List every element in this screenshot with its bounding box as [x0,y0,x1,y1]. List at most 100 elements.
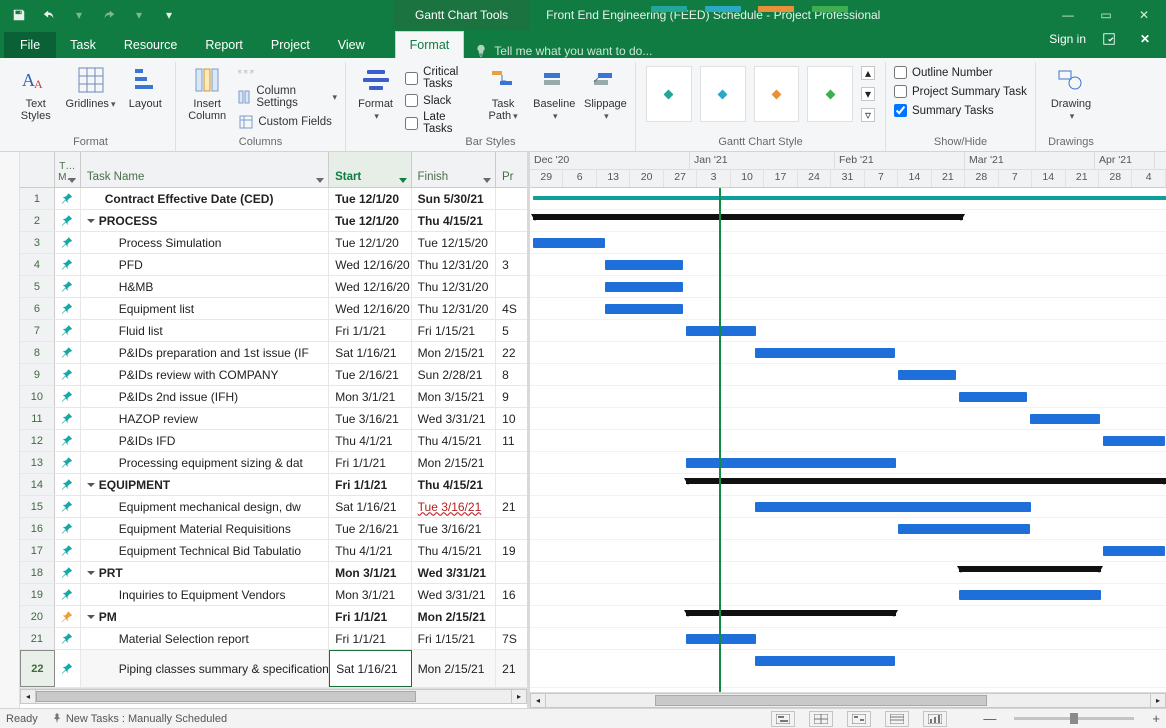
row-number[interactable]: 16 [20,518,55,539]
chart-scroll-right-icon[interactable]: ▸ [1150,693,1166,708]
finish-cell[interactable]: Mon 3/15/21 [412,386,496,407]
pr-cell[interactable]: 10 [496,408,527,429]
view-gantt-icon[interactable] [771,711,795,727]
gantt-bar[interactable] [755,502,1031,512]
start-cell[interactable]: Tue 2/16/21 [329,518,411,539]
row-number[interactable]: 22 [20,650,55,687]
gantt-row[interactable] [530,540,1166,562]
gantt-row[interactable] [530,650,1166,688]
gantt-row[interactable] [530,496,1166,518]
gantt-row[interactable] [530,408,1166,430]
pr-cell[interactable]: 4S [496,298,527,319]
view-team-planner-icon[interactable] [847,711,871,727]
task-mode-icon[interactable] [55,562,81,583]
pr-cell[interactable] [496,452,527,473]
task-name-cell[interactable]: P&IDs review with COMPANY [81,364,329,385]
gantt-row[interactable] [530,628,1166,650]
finish-cell[interactable]: Sun 5/30/21 [412,188,496,209]
start-cell[interactable]: Wed 12/16/20 [329,298,411,319]
minimize-icon[interactable]: — [1052,0,1084,30]
gantt-bar[interactable] [533,214,963,220]
table-row[interactable]: 4PFDWed 12/16/20Thu 12/31/203 [20,254,527,276]
collapse-icon[interactable] [87,217,97,225]
task-name-cell[interactable]: Process Simulation [81,232,329,253]
table-row[interactable]: 19Inquiries to Equipment VendorsMon 3/1/… [20,584,527,606]
row-number[interactable]: 11 [20,408,55,429]
close-window-icon[interactable]: ✕ [1128,0,1160,30]
start-cell[interactable]: Tue 12/1/20 [329,232,411,253]
tell-me-input[interactable]: Tell me what you want to do... [474,44,652,58]
row-number[interactable]: 21 [20,628,55,649]
task-name-cell[interactable]: Fluid list [81,320,329,341]
table-row[interactable]: 9P&IDs review with COMPANYTue 2/16/21Sun… [20,364,527,386]
scroll-right-icon[interactable]: ▸ [511,689,527,704]
task-name-cell[interactable]: Inquiries to Equipment Vendors [81,584,329,605]
start-cell[interactable]: Mon 3/1/21 [329,386,411,407]
table-row[interactable]: 12P&IDs IFDThu 4/1/21Thu 4/15/2111 [20,430,527,452]
task-mode-icon[interactable] [55,628,81,649]
task-path-button[interactable]: Task Path▾ [482,64,525,122]
finish-cell[interactable]: Thu 12/31/20 [412,276,496,297]
row-number[interactable]: 4 [20,254,55,275]
table-row[interactable]: 21Material Selection reportFri 1/1/21Fri… [20,628,527,650]
pr-cell[interactable]: 5 [496,320,527,341]
zoom-in-icon[interactable]: + [1152,711,1160,726]
pr-cell[interactable]: 19 [496,540,527,561]
slack-checkbox[interactable]: Slack [405,94,473,107]
align-buttons[interactable] [238,64,337,80]
finish-cell[interactable]: Wed 3/31/21 [412,584,496,605]
tab-task[interactable]: Task [56,32,110,58]
task-mode-icon[interactable] [55,386,81,407]
gantt-style-4[interactable] [807,66,853,122]
row-number[interactable]: 18 [20,562,55,583]
task-name-cell[interactable]: PRT [81,562,329,583]
task-mode-icon[interactable] [55,364,81,385]
pr-cell[interactable]: 22 [496,342,527,363]
table-row[interactable]: 11HAZOP reviewTue 3/16/21Wed 3/31/2110 [20,408,527,430]
insert-column-button[interactable]: Insert Column [184,64,230,122]
gantt-bar[interactable] [1103,546,1165,556]
tab-resource[interactable]: Resource [110,32,192,58]
start-cell[interactable]: Tue 2/16/21 [329,364,411,385]
pr-cell[interactable]: 21 [496,496,527,517]
finish-cell[interactable]: Mon 2/15/21 [412,342,496,363]
pr-cell[interactable]: 7S [496,628,527,649]
pr-cell[interactable] [496,232,527,253]
start-cell[interactable]: Fri 1/1/21 [329,606,412,627]
view-task-usage-icon[interactable] [809,711,833,727]
pr-cell[interactable] [496,188,527,209]
start-cell[interactable]: Sat 1/16/21 [329,650,411,687]
task-mode-icon[interactable] [55,474,81,495]
undo-icon[interactable] [38,4,60,26]
start-cell[interactable]: Mon 3/1/21 [329,584,411,605]
task-name-cell[interactable]: PFD [81,254,329,275]
qat-customize-icon[interactable]: ▾ [158,4,180,26]
summary-tasks-checkbox[interactable]: Summary Tasks [894,104,1027,117]
table-horizontal-scrollbar[interactable]: ◂ ▸ [20,688,527,704]
column-settings-button[interactable]: Column Settings▾ [238,85,337,109]
task-name-cell[interactable]: EQUIPMENT [81,474,329,495]
task-name-cell[interactable]: P&IDs 2nd issue (IFH) [81,386,329,407]
pr-cell[interactable]: 11 [496,430,527,451]
start-cell[interactable]: Sat 1/16/21 [329,342,411,363]
finish-cell[interactable]: Tue 12/15/20 [412,232,496,253]
finish-cell[interactable]: Thu 12/31/20 [412,298,496,319]
gantt-row[interactable] [530,364,1166,386]
layout-button[interactable]: Layout [123,64,167,110]
task-name-cell[interactable]: P&IDs preparation and 1st issue (IF [81,342,329,363]
drawing-button[interactable]: Drawing▾ [1044,64,1098,122]
gantt-row[interactable] [530,320,1166,342]
gantt-row[interactable] [530,210,1166,232]
gantt-bar[interactable] [605,260,683,270]
chart-horizontal-scrollbar[interactable]: ◂ ▸ [530,692,1166,708]
gantt-row[interactable] [530,562,1166,584]
table-row[interactable]: 22Piping classes summary & specification… [20,650,527,688]
table-row[interactable]: 6Equipment listWed 12/16/20Thu 12/31/204… [20,298,527,320]
col-finish[interactable]: Finish [412,152,496,187]
finish-cell[interactable]: Fri 1/15/21 [412,320,496,341]
gantt-row[interactable] [530,584,1166,606]
pr-cell[interactable] [496,210,527,231]
finish-cell[interactable]: Thu 4/15/21 [412,430,496,451]
outline-number-checkbox[interactable]: Outline Number [894,66,1027,79]
row-number[interactable]: 9 [20,364,55,385]
